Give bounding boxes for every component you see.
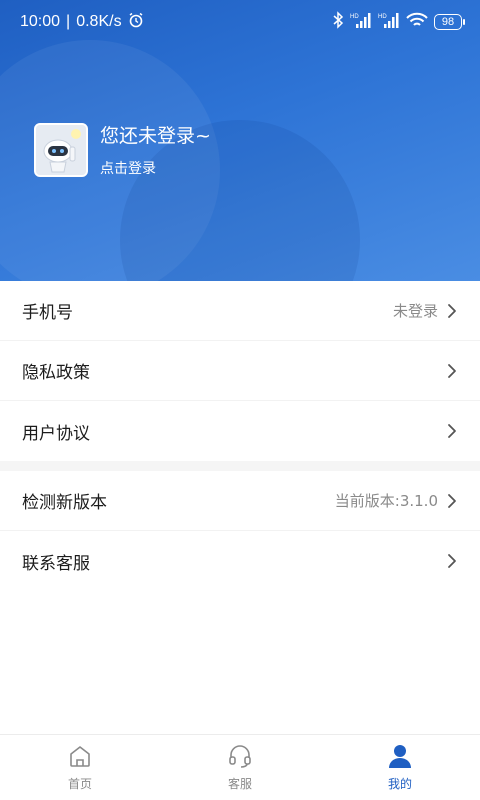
tab-mine[interactable]: 我的 — [320, 735, 480, 800]
menu-item-label: 联系客服 — [22, 553, 90, 574]
login-link[interactable]: 点击登录 — [100, 158, 211, 178]
signal-hd-icon: HD — [378, 12, 400, 32]
phone-status-value: 未登录 — [392, 302, 438, 320]
tab-label: 首页 — [67, 777, 92, 791]
status-time: 10:00 — [20, 13, 61, 30]
menu-item-user-agreement[interactable]: 用户协议 — [0, 401, 480, 461]
tab-support[interactable]: 客服 — [160, 735, 320, 800]
battery-icon: 98 — [434, 14, 465, 30]
battery-level: 98 — [441, 16, 455, 28]
profile-header: 10:00 | 0.8K/s HD HD 98 您还未登录~ 点击登录 — [0, 0, 480, 281]
chevron-right-icon — [448, 303, 456, 318]
menu-item-label: 用户协议 — [22, 423, 90, 444]
status-speed: 0.8K/s — [76, 13, 122, 30]
tab-label: 客服 — [227, 777, 252, 791]
tab-home[interactable]: 首页 — [0, 735, 160, 800]
login-status-title: 您还未登录~ — [100, 125, 211, 147]
menu-item-label: 检测新版本 — [22, 493, 107, 513]
svg-text:HD: HD — [378, 14, 387, 20]
svg-text:HD: HD — [350, 14, 359, 20]
chevron-right-icon — [448, 363, 456, 378]
home-icon — [70, 746, 90, 767]
status-divider: | — [66, 13, 71, 30]
headset-icon — [229, 745, 251, 768]
wifi-icon — [406, 12, 428, 32]
menu-item-contact-support[interactable]: 联系客服 — [0, 531, 480, 591]
menu-item-label: 隐私政策 — [22, 363, 90, 383]
chevron-right-icon — [448, 424, 456, 438]
robot-avatar-icon — [34, 122, 88, 177]
tab-label: 我的 — [387, 777, 412, 791]
status-bar: 10:00 | 0.8K/s HD HD 98 — [0, 0, 480, 44]
user-icon — [389, 745, 411, 768]
chevron-right-icon — [448, 493, 456, 508]
menu-item-check-update[interactable]: 检测新版本 当前版本:3.1.0 — [0, 471, 480, 531]
signal-hd-icon: HD — [350, 12, 372, 32]
menu-item-label: 手机号 — [22, 303, 73, 323]
bottom-tab-bar: 首页 客服 我的 — [0, 734, 480, 800]
section-divider — [0, 461, 480, 471]
alarm-icon — [128, 12, 144, 33]
menu-item-privacy[interactable]: 隐私政策 — [0, 341, 480, 401]
settings-list: 手机号 未登录 隐私政策 用户协议 检测新版本 当前版本:3.1.0 联系客服 — [0, 281, 480, 591]
chevron-right-icon — [448, 554, 456, 568]
menu-item-phone[interactable]: 手机号 未登录 — [0, 281, 480, 341]
bluetooth-icon — [332, 11, 344, 33]
version-value: 当前版本:3.1.0 — [334, 492, 438, 510]
login-profile-card[interactable]: 您还未登录~ 点击登录 — [34, 121, 211, 178]
